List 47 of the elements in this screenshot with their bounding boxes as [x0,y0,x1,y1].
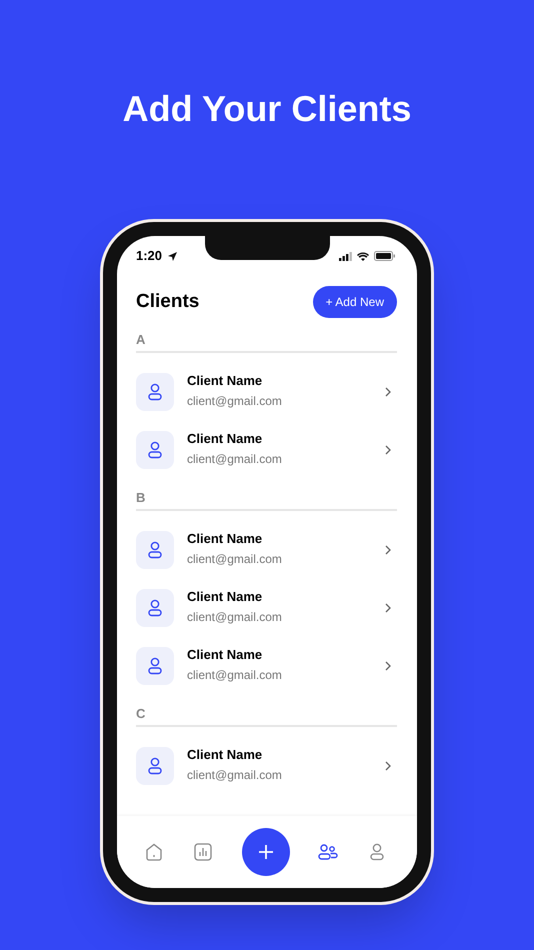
home-icon[interactable] [145,843,163,861]
client-email: client@gmail.com [187,552,283,566]
section-letter: C [136,704,146,723]
chevron-right-icon [385,761,391,771]
bar-chart-icon[interactable] [194,843,212,861]
section-letter: B [136,488,146,507]
battery-icon [374,251,395,261]
client-row[interactable]: Client Name client@gmail.com [136,737,397,795]
client-email: client@gmail.com [187,768,283,782]
client-row[interactable]: Client Name client@gmail.com [136,421,397,479]
chevron-right-icon [385,661,391,671]
headline: Add Your Clients [122,87,412,131]
person-icon [148,441,162,459]
client-email: client@gmail.com [187,610,283,624]
add-new-button[interactable]: + Add New [312,286,397,318]
chevron-right-icon [385,603,391,613]
status-time: 1:20 [136,247,162,266]
person-icon [148,757,162,775]
signal-icon [339,252,352,260]
client-name: Client Name [187,747,264,762]
person-icon [148,541,162,559]
chevron-right-icon [385,545,391,555]
plus-icon [258,844,274,860]
people-icon[interactable] [318,844,338,860]
client-name: Client Name [187,373,264,388]
wifi-icon [357,252,369,260]
client-row[interactable]: Client Name client@gmail.com [136,521,397,579]
client-row[interactable]: Client Name client@gmail.com [136,579,397,637]
client-email: client@gmail.com [187,394,283,408]
client-name: Client Name [187,647,264,662]
client-email: client@gmail.com [187,452,283,466]
person-icon [148,383,162,401]
person-icon[interactable] [370,843,384,861]
person-icon [148,599,162,617]
client-email: client@gmail.com [187,668,283,682]
page-title: Clients [136,290,200,314]
client-row[interactable]: Client Name client@gmail.com [136,637,397,695]
client-name: Client Name [187,531,264,546]
person-icon [148,657,162,675]
add-button[interactable] [242,828,290,876]
chevron-right-icon [385,387,391,397]
chevron-right-icon [385,445,391,455]
client-name: Client Name [187,589,264,604]
section-letter: A [136,330,146,349]
location-arrow-icon [168,252,178,260]
client-name: Client Name [187,431,264,446]
client-row[interactable]: Client Name client@gmail.com [136,363,397,421]
